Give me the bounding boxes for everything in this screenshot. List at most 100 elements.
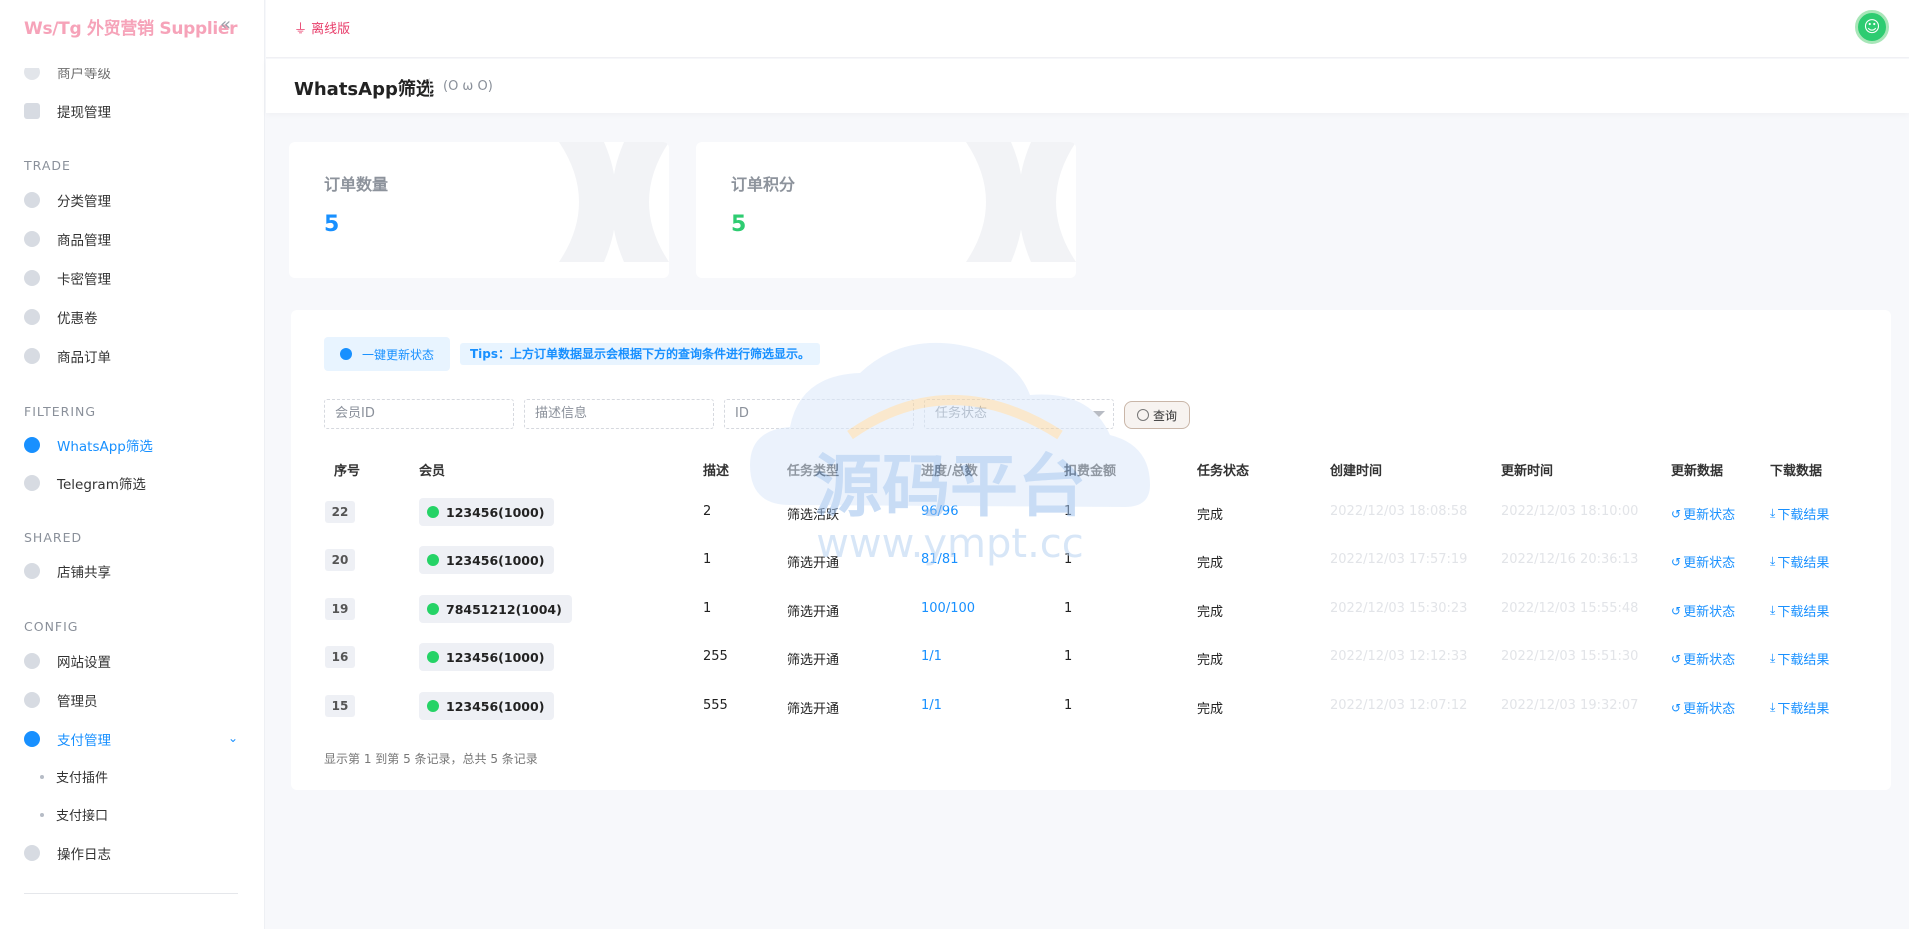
download-icon: ⤓ bbox=[1770, 651, 1776, 665]
refresh-icon: ↺ bbox=[1671, 554, 1682, 569]
chevron-down-icon[interactable]: ⌄ bbox=[228, 731, 238, 745]
sidebar-item-merchant-level[interactable]: 商户等级 bbox=[24, 66, 111, 84]
cell-fee: 1 bbox=[1064, 649, 1073, 664]
sidebar-item-label: 卡密管理 bbox=[57, 272, 111, 288]
download-result-label: 下载结果 bbox=[1777, 653, 1830, 668]
sidebar-item-admins[interactable]: 管理员 bbox=[24, 688, 98, 712]
sidebar-item-payment[interactable]: 支付管理 bbox=[24, 727, 111, 751]
member-badge: 78451212(1004) bbox=[419, 595, 572, 623]
sidebar-item-label: 提现管理 bbox=[57, 105, 111, 121]
update-status-label: 更新状态 bbox=[1683, 605, 1736, 620]
cell-fee: 1 bbox=[1064, 698, 1073, 713]
users-icon bbox=[24, 692, 40, 708]
category-icon bbox=[24, 192, 40, 208]
cell-progress: 81/81 bbox=[921, 552, 959, 567]
avatar[interactable]: ☺ bbox=[1855, 10, 1889, 44]
update-status-link[interactable]: ↺ 更新状态 bbox=[1671, 552, 1735, 572]
update-status-link[interactable]: ↺ 更新状态 bbox=[1671, 504, 1736, 524]
sidebar-item-whatsapp[interactable]: WhatsApp筛选 bbox=[24, 433, 153, 457]
row-id-badge: 19 bbox=[325, 598, 355, 620]
description-input[interactable]: 描述信息 bbox=[524, 399, 714, 429]
cell-created: 2022/12/03 17:57:19 bbox=[1330, 552, 1468, 567]
page-subtitle: (O ω O) bbox=[443, 79, 493, 94]
gear-icon bbox=[24, 653, 40, 669]
sidebar-item-coupons[interactable]: 优惠卷 bbox=[24, 305, 98, 329]
cell-updated: 2022/12/03 19:32:07 bbox=[1501, 698, 1639, 713]
sidebar-item-telegram[interactable]: Telegram筛选 bbox=[24, 471, 146, 495]
update-status-link[interactable]: ↺ 更新状态 bbox=[1671, 649, 1736, 669]
id-input[interactable]: ID bbox=[724, 399, 914, 429]
sidebar-item-label: 商户等级 bbox=[57, 66, 111, 82]
sidebar-item-cards[interactable]: 卡密管理 bbox=[24, 266, 111, 290]
sidebar-item-shop-share[interactable]: 店铺共享 bbox=[24, 559, 111, 583]
decorative-x-icon bbox=[966, 142, 1076, 262]
sidebar-item-withdraw[interactable]: 提现管理 bbox=[24, 99, 111, 123]
sidebar-item-label: 优惠卷 bbox=[57, 311, 98, 327]
cell-type: 筛选开通 bbox=[787, 605, 840, 620]
col-header-progress: 进度/总数 bbox=[921, 464, 978, 479]
cell-status: 完成 bbox=[1197, 556, 1224, 571]
whatsapp-icon bbox=[24, 437, 40, 453]
bullet-icon bbox=[40, 774, 44, 779]
offline-badge: ⏚ 离线版 bbox=[294, 18, 350, 37]
whatsapp-icon bbox=[427, 506, 439, 518]
col-header-fee: 扣费金额 bbox=[1064, 464, 1117, 479]
update-status-label: 更新状态 bbox=[1683, 653, 1736, 668]
telegram-icon bbox=[24, 475, 40, 491]
col-header-updated: 更新时间 bbox=[1501, 464, 1554, 479]
divider bbox=[429, 78, 430, 98]
sidebar-item-products[interactable]: 商品管理 bbox=[24, 227, 111, 251]
query-button[interactable]: 查询 bbox=[1124, 401, 1190, 429]
sidebar-item-orders[interactable]: 商品订单 bbox=[24, 344, 111, 368]
stat-card-order-count: 订单数量 5 bbox=[289, 142, 669, 278]
sidebar-subitem-label: 支付插件 bbox=[56, 771, 109, 786]
member-badge: 123456(1000) bbox=[419, 498, 555, 526]
download-result-link[interactable]: ⤓ 下载结果 bbox=[1770, 504, 1829, 523]
level-icon bbox=[24, 68, 40, 80]
sidebar-subitem-pay-plugin[interactable]: 支付插件 bbox=[40, 767, 108, 786]
update-status-link[interactable]: ↺ 更新状态 bbox=[1671, 698, 1735, 718]
update-status-label: 更新状态 bbox=[1683, 508, 1736, 523]
col-header-type: 任务类型 bbox=[787, 464, 840, 479]
download-result-label: 下载结果 bbox=[1777, 702, 1830, 717]
collapse-sidebar-icon[interactable]: « bbox=[220, 16, 238, 34]
whatsapp-icon bbox=[427, 603, 439, 615]
refresh-icon: ↺ bbox=[1671, 700, 1682, 715]
refresh-status-button[interactable]: 一键更新状态 bbox=[324, 337, 451, 371]
cell-fee: 1 bbox=[1064, 552, 1073, 567]
update-status-link[interactable]: ↺ 更新状态 bbox=[1671, 601, 1736, 621]
bullet-icon bbox=[40, 812, 44, 817]
download-result-label: 下载结果 bbox=[1777, 605, 1830, 620]
task-status-select[interactable]: 任务状态 bbox=[924, 399, 1114, 429]
cell-status: 完成 bbox=[1197, 605, 1224, 620]
cell-desc: 255 bbox=[703, 649, 728, 664]
member-badge: 123456(1000) bbox=[419, 692, 555, 720]
download-icon: ⤓ bbox=[1770, 554, 1776, 568]
sidebar-subitem-pay-interface[interactable]: 支付接口 bbox=[40, 805, 108, 824]
cell-updated: 2022/12/03 15:51:30 bbox=[1501, 649, 1639, 664]
sidebar-item-category[interactable]: 分类管理 bbox=[24, 188, 111, 212]
sidebar-item-logs[interactable]: 操作日志 bbox=[24, 841, 111, 865]
offline-label: 离线版 bbox=[311, 22, 351, 37]
cell-created: 2022/12/03 12:12:33 bbox=[1330, 649, 1468, 664]
col-header-created: 创建时间 bbox=[1330, 464, 1383, 479]
download-result-link[interactable]: ⤓ 下载结果 bbox=[1770, 649, 1829, 668]
row-id-badge: 22 bbox=[325, 501, 355, 523]
row-id-badge: 15 bbox=[325, 695, 355, 717]
row-id-badge: 20 bbox=[325, 549, 355, 571]
card-key-icon bbox=[24, 270, 40, 286]
download-result-link[interactable]: ⤓ 下载结果 bbox=[1770, 552, 1829, 571]
stat-card-order-points: 订单积分 5 bbox=[696, 142, 1076, 278]
download-result-link[interactable]: ⤓ 下载结果 bbox=[1770, 601, 1829, 620]
withdraw-icon bbox=[24, 103, 40, 119]
col-header-status: 任务状态 bbox=[1197, 464, 1250, 479]
section-filtering: FILTERING bbox=[24, 404, 97, 419]
sidebar-item-label: 分类管理 bbox=[57, 194, 111, 210]
member-badge: 123456(1000) bbox=[419, 546, 555, 574]
member-id-input[interactable]: 会员ID bbox=[324, 399, 514, 429]
cell-status: 完成 bbox=[1197, 702, 1224, 717]
download-result-link[interactable]: ⤓ 下载结果 bbox=[1770, 698, 1829, 717]
query-label: 查询 bbox=[1152, 408, 1177, 423]
brand-text: Ws/Tg 外贸营销 Supplier bbox=[24, 18, 238, 39]
sidebar-item-site-settings[interactable]: 网站设置 bbox=[24, 649, 111, 673]
